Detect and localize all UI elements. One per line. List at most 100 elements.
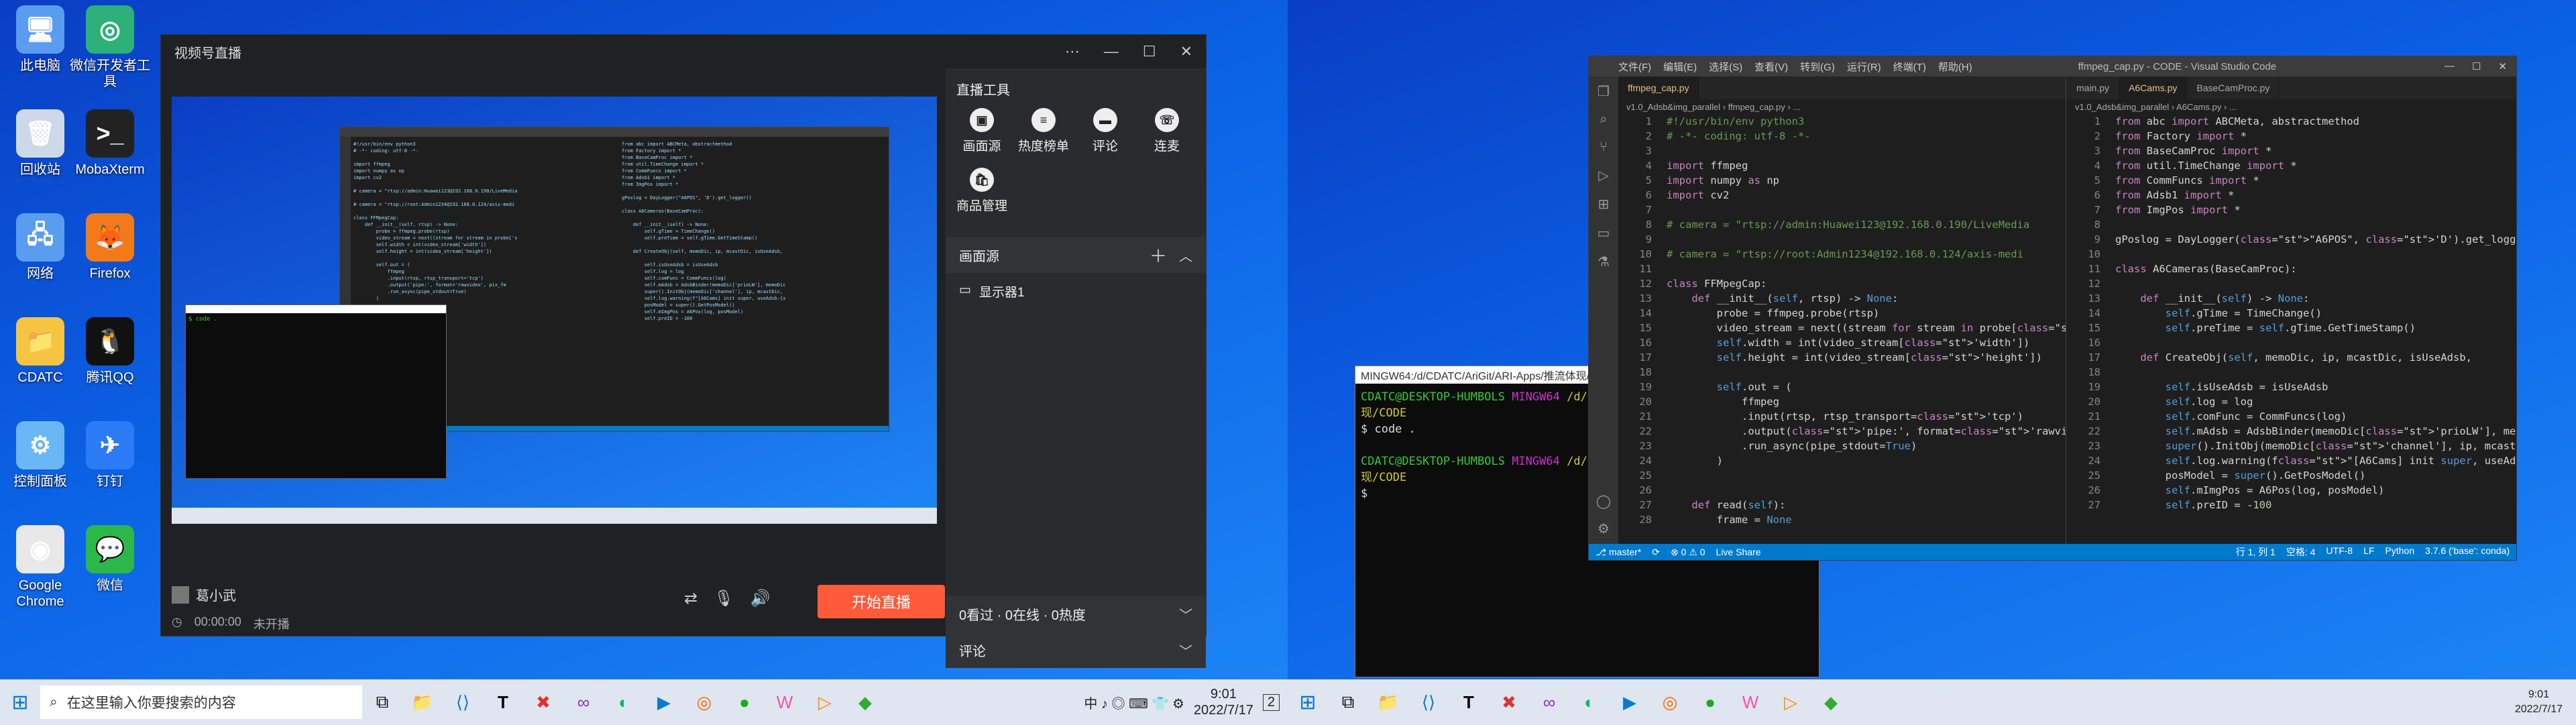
menu-item[interactable]: 文件(F): [1618, 60, 1651, 74]
tool-1[interactable]: ≡ 热度榜单: [1017, 108, 1070, 154]
code-line[interactable]: 10: [2067, 247, 2516, 262]
live-app-icon[interactable]: ▷: [1772, 683, 1809, 721]
clock[interactable]: 9:01 2022/7/17: [2515, 687, 2576, 717]
terminal-icon[interactable]: ▶: [1611, 683, 1648, 721]
desktop-icon[interactable]: ⚙ 控制面板: [0, 421, 80, 490]
mobaxterm-icon[interactable]: ✖: [524, 683, 562, 721]
search-icon[interactable]: ⌕: [1600, 112, 1607, 127]
code-line[interactable]: 9: [1618, 232, 2066, 247]
app-icon[interactable]: W: [1732, 683, 1769, 721]
desktop-icon[interactable]: ◉ Google Chrome: [0, 525, 80, 610]
minimize-icon[interactable]: —: [2445, 60, 2455, 72]
code-line[interactable]: 3: [1618, 144, 2066, 158]
code-line[interactable]: 18: [1618, 365, 2066, 380]
status-item[interactable]: 行 1, 列 1: [2236, 545, 2276, 559]
desktop-icon[interactable]: 💬 微信: [70, 525, 150, 594]
code-line[interactable]: 6 from Adsb1 import *: [2067, 188, 2516, 203]
code-line[interactable]: 11: [1618, 262, 2066, 276]
code-line[interactable]: 23 super().InitObj(memoDic[class="st">'c…: [2067, 439, 2516, 453]
editor-tab[interactable]: main.py: [2067, 76, 2120, 99]
firefox-icon[interactable]: ◎: [685, 683, 723, 721]
menu-item[interactable]: 编辑(E): [1663, 60, 1697, 74]
edge-icon[interactable]: ◐: [1571, 683, 1608, 721]
code-line[interactable]: 13 def __init__(self, rtsp) -> None:: [1618, 291, 2066, 306]
menu-item[interactable]: 终端(T): [1893, 60, 1926, 74]
speaker-icon[interactable]: 🔊: [750, 589, 771, 608]
code-line[interactable]: 12: [2067, 276, 2516, 291]
tool-4[interactable]: 🛍 商品管理: [955, 168, 1009, 214]
git-icon[interactable]: ◆: [846, 683, 884, 721]
code-line[interactable]: 17 def CreateObj(self, memoDic, ip, mcas…: [2067, 350, 2516, 365]
code-line[interactable]: 21 .input(rtsp, rtsp_transport=class="st…: [1618, 409, 2066, 424]
rotate-icon[interactable]: ⇄: [684, 589, 697, 608]
explorer-icon[interactable]: 📁: [1369, 683, 1407, 721]
code-line[interactable]: 25 posModel = super().GetPosModel(): [2067, 468, 2516, 483]
code-line[interactable]: 9 gPoslog = DayLogger(class="st">"A6POS",…: [2067, 232, 2516, 247]
menu-item[interactable]: 转到(G): [1800, 60, 1835, 74]
source-control-icon[interactable]: ⑂: [1600, 140, 1608, 155]
typora-icon[interactable]: T: [1450, 683, 1488, 721]
visualstudio-icon[interactable]: ∞: [565, 683, 602, 721]
code-line[interactable]: 28 frame = None: [1618, 512, 2066, 527]
code-line[interactable]: 17 self.height = int(video_stream[class=…: [1618, 350, 2066, 365]
code-line[interactable]: 24 self.log.warning(fclass="st">"[A6Cams…: [2067, 453, 2516, 468]
code-line[interactable]: 16: [2067, 335, 2516, 350]
maximize-icon[interactable]: ☐: [1143, 43, 1156, 60]
gear-icon[interactable]: ⚙: [1598, 520, 1610, 537]
add-source-icon[interactable]: ＋: [1150, 243, 1167, 268]
microphone-icon[interactable]: 🎙: [714, 589, 734, 608]
code-line[interactable]: 15 video_stream = next((stream for strea…: [1618, 321, 2066, 335]
more-icon[interactable]: ⋯: [1065, 43, 1080, 60]
vscode-icon[interactable]: ⟨⟩: [1410, 683, 1447, 721]
editor-right[interactable]: main.py A6Cams.py BaseCamProc.py v1.0_Adsb…: [2067, 76, 2516, 544]
run-debug-icon[interactable]: ▷: [1598, 167, 1608, 184]
code-line[interactable]: 12 class FFMpegCap:: [1618, 276, 2066, 291]
clock[interactable]: 9:01 2022/7/17: [1194, 686, 1253, 718]
desktop-icon[interactable]: ◎ 微信开发者工具: [70, 5, 150, 90]
code-line[interactable]: 7 from ImgPos import *: [2067, 203, 2516, 217]
firefox-icon[interactable]: ◎: [1651, 683, 1689, 721]
explorer-icon[interactable]: 📁: [404, 683, 441, 721]
code-line[interactable]: 13 def __init__(self) -> None:: [2067, 291, 2516, 306]
explorer-icon[interactable]: ❐: [1598, 83, 1610, 100]
taskview-icon[interactable]: ⧉: [1329, 683, 1367, 721]
remote-icon[interactable]: ▭: [1598, 225, 1610, 241]
desktop-icon[interactable]: 🐧 腾讯QQ: [70, 317, 150, 386]
menu-item[interactable]: 查看(V): [1754, 60, 1788, 74]
maximize-icon[interactable]: ☐: [2472, 60, 2481, 72]
stats-section[interactable]: 0看过 · 0在线 · 0热度 ﹀: [946, 596, 1206, 632]
git-icon[interactable]: ◆: [1812, 683, 1850, 721]
notification-icon[interactable]: 2: [1262, 693, 1280, 711]
code-line[interactable]: 22 .output(class="st">'pipe:', format=cl…: [1618, 424, 2066, 439]
desktop-icon[interactable]: >_ MobaXterm: [70, 109, 150, 178]
visualstudio-icon[interactable]: ∞: [1530, 683, 1568, 721]
status-item[interactable]: 空格: 4: [2286, 545, 2316, 559]
status-item[interactable]: ⊗ 0 ⚠ 0: [1671, 547, 1705, 558]
code-line[interactable]: 11 class A6Cameras(BaseCamProc):: [2067, 262, 2516, 276]
code-line[interactable]: 8 # camera = "rtsp://admin:Huawei123@192.…: [1618, 217, 2066, 232]
code-line[interactable]: 21 self.comFunc = CommFuncs(log): [2067, 409, 2516, 424]
code-line[interactable]: 26: [1618, 483, 2066, 498]
vscode-icon[interactable]: ⟨⟩: [444, 683, 482, 721]
code-line[interactable]: 24 ): [1618, 453, 2066, 468]
code-line[interactable]: 18: [2067, 365, 2516, 380]
code-line[interactable]: 2 # -*- coding: utf-8 -*-: [1618, 129, 2066, 144]
comments-section[interactable]: 评论 ﹀: [946, 632, 1206, 668]
desktop-icon[interactable]: 🗑 回收站: [0, 109, 80, 178]
status-item[interactable]: Python: [2385, 545, 2414, 559]
status-item[interactable]: ⟳: [1652, 547, 1660, 558]
start-icon[interactable]: ⊞: [1, 683, 39, 721]
code-line[interactable]: 16 self.width = int(video_stream[class="…: [1618, 335, 2066, 350]
code-line[interactable]: 15 self.preTime = self.gTime.GetTimeStam…: [2067, 321, 2516, 335]
status-item[interactable]: ⎇ master*: [1595, 547, 1641, 558]
desktop-icon[interactable]: 🖥 此电脑: [0, 5, 80, 74]
start-live-button[interactable]: 开始直播: [818, 585, 945, 618]
code-line[interactable]: 3 from BaseCamProc import *: [2067, 144, 2516, 158]
start-icon[interactable]: ⊞: [1289, 683, 1327, 721]
status-item[interactable]: Live Share: [1716, 547, 1761, 558]
status-item[interactable]: LF: [2363, 545, 2374, 559]
menu-item[interactable]: 选择(S): [1709, 60, 1742, 74]
edge-icon[interactable]: ◐: [605, 683, 642, 721]
live-app-icon[interactable]: ▷: [806, 683, 844, 721]
code-line[interactable]: 23 .run_async(pipe_stdout=True): [1618, 439, 2066, 453]
